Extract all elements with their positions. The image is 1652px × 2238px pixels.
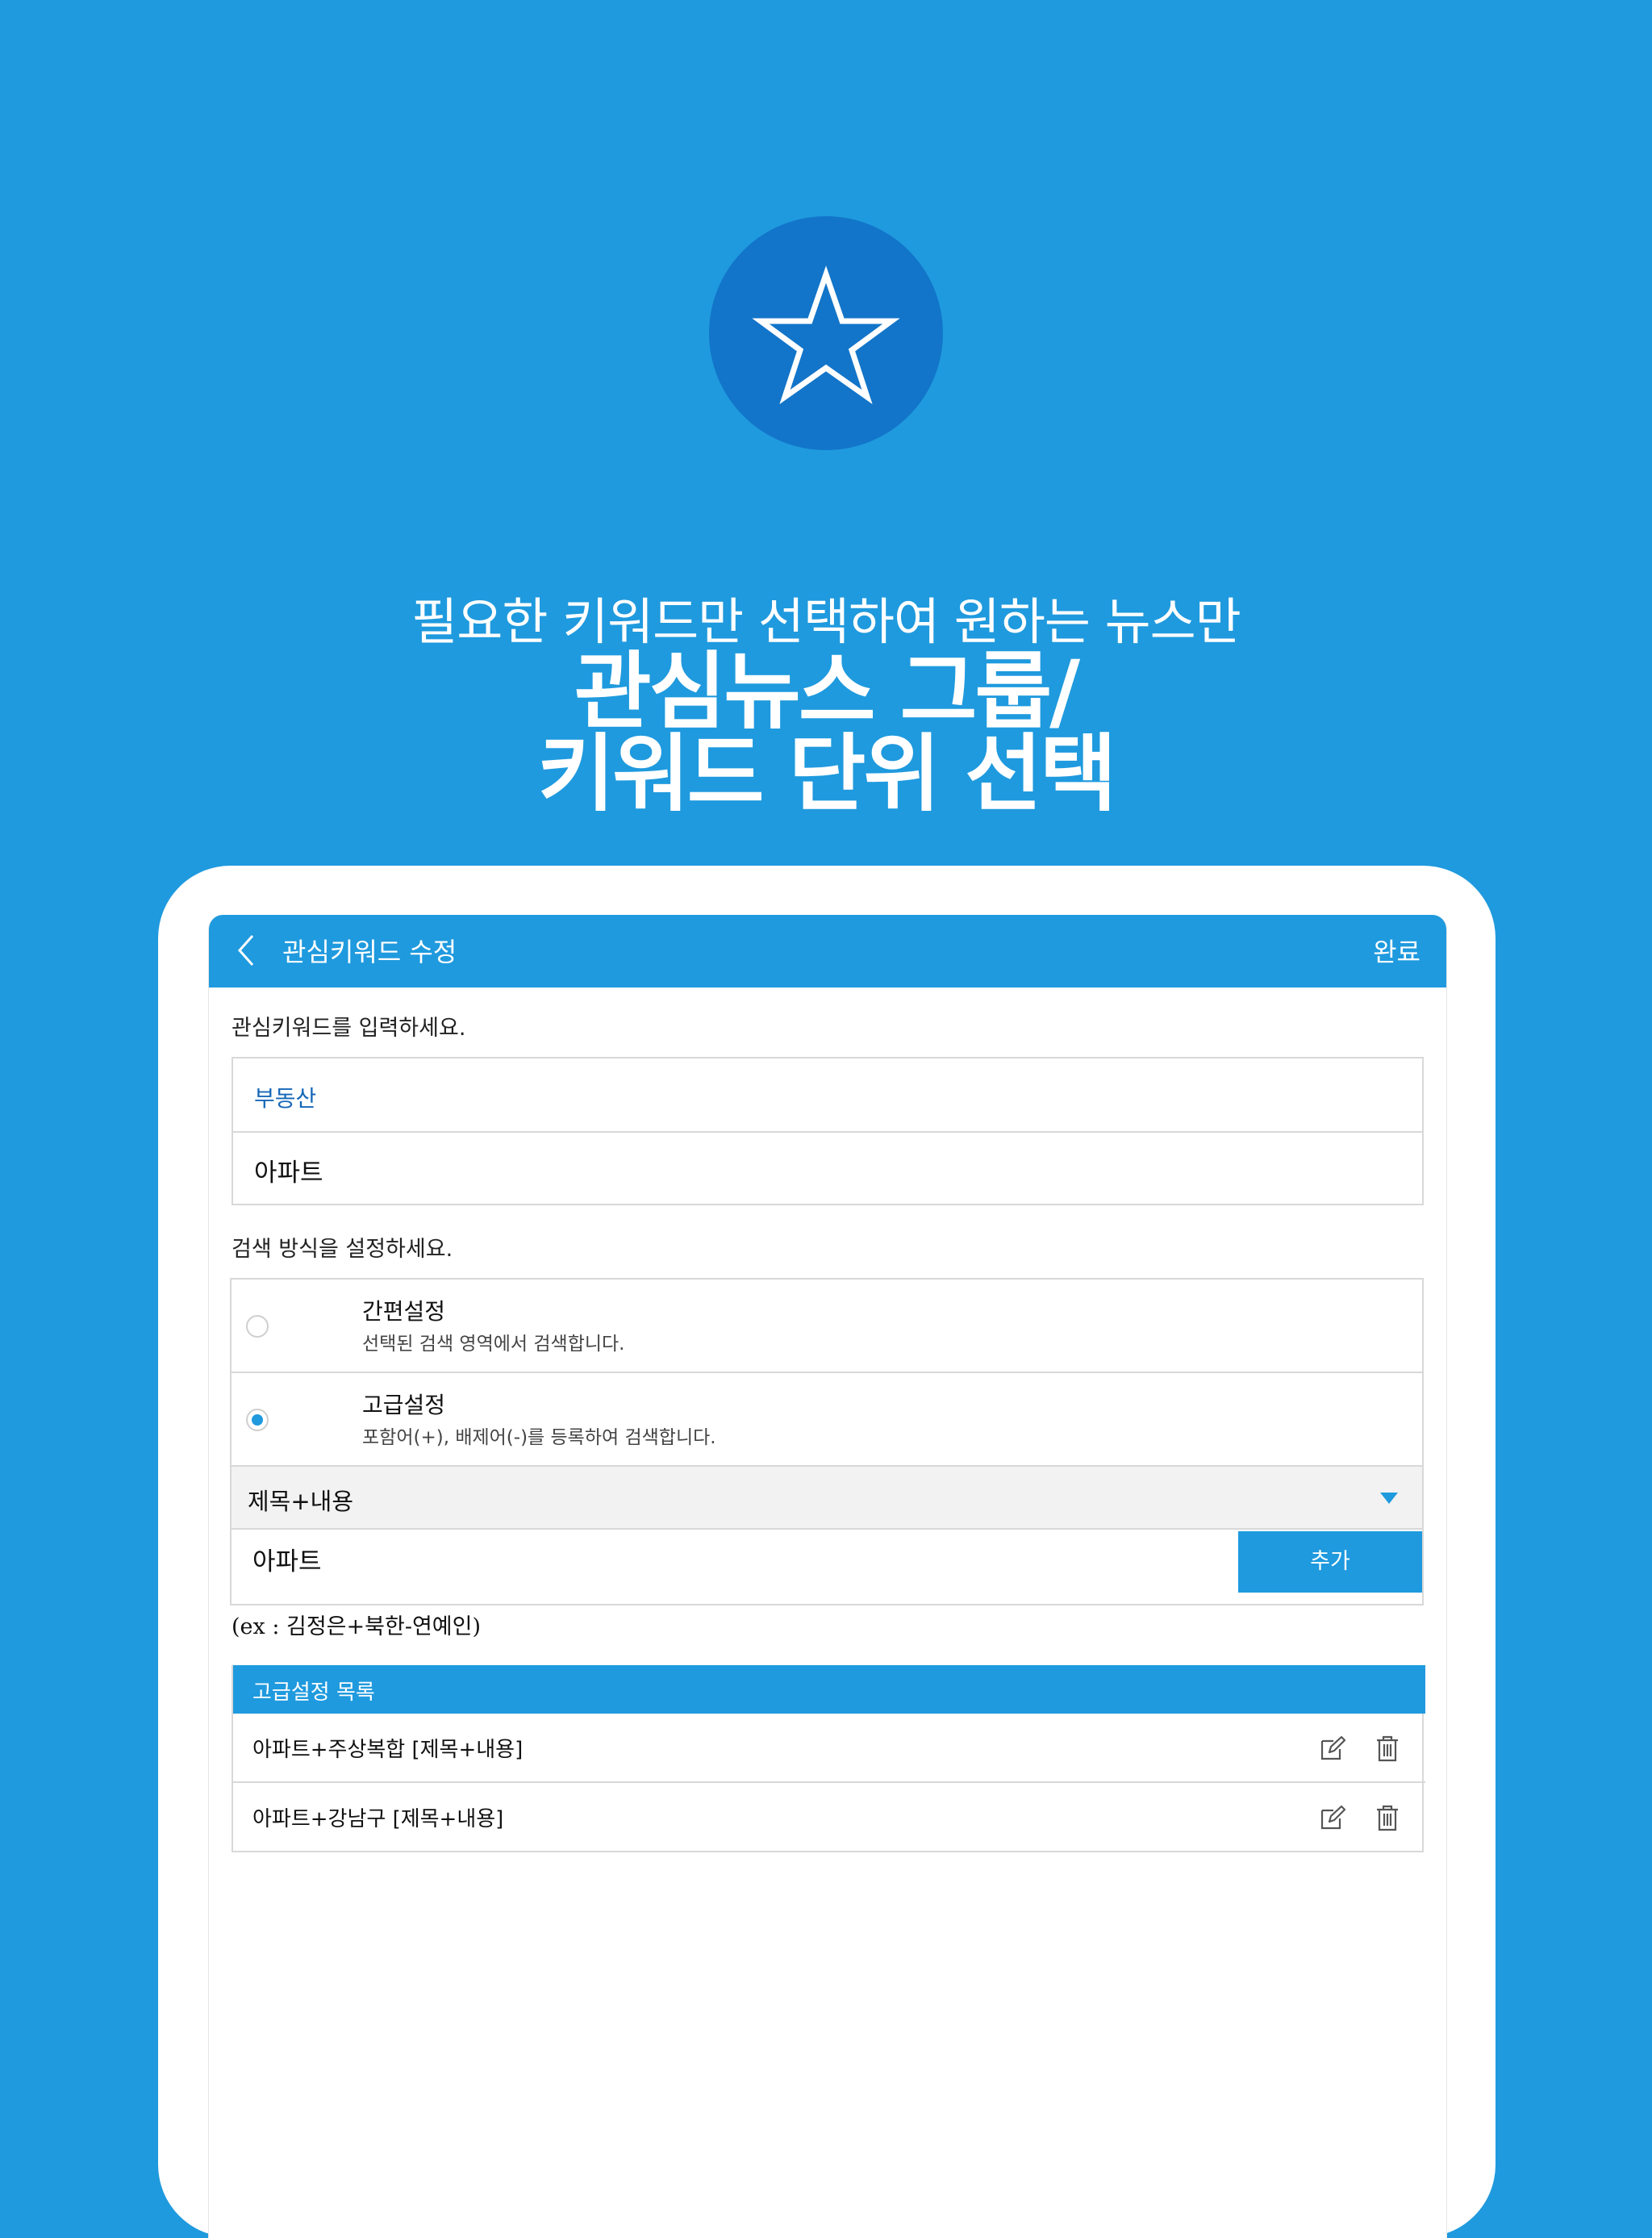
keyword-box: 부동산 아파트 bbox=[232, 1057, 1424, 1205]
option-advanced-name: 고급설정 bbox=[362, 1392, 446, 1418]
option-simple-desc: 선택된 검색 영역에서 검색합니다. bbox=[362, 1334, 625, 1355]
trash-icon[interactable] bbox=[1375, 1804, 1400, 1831]
group-field[interactable]: 부동산 bbox=[233, 1058, 1422, 1133]
headline-line-1: 관심뉴스 그룹/ bbox=[574, 642, 1080, 741]
option-simple[interactable]: 간편설정 선택된 검색 영역에서 검색합니다. bbox=[232, 1280, 1422, 1373]
option-simple-name: 간편설정 bbox=[362, 1298, 446, 1325]
advanced-keyword-input[interactable]: 아파트 bbox=[252, 1541, 322, 1577]
edit-icon[interactable] bbox=[1319, 1735, 1346, 1762]
done-button[interactable]: 완료 bbox=[1373, 932, 1420, 969]
trash-icon[interactable] bbox=[1375, 1735, 1400, 1762]
list-item: 아파트+강남구 [제목+내용] bbox=[233, 1783, 1425, 1852]
list-item-text: 아파트+강남구 [제목+내용] bbox=[252, 1807, 504, 1831]
option-advanced-desc: 포함어(+), 배제어(-)를 등록하여 검색합니다. bbox=[362, 1427, 716, 1448]
list-item-text: 아파트+주상복합 [제목+내용] bbox=[252, 1738, 524, 1762]
example-hint: (ex : 김정은+북한-연예인) bbox=[232, 1614, 482, 1639]
scope-select-value: 제목+내용 bbox=[248, 1488, 354, 1515]
radio-simple[interactable] bbox=[246, 1315, 269, 1338]
keyword-value: 아파트 bbox=[254, 1159, 323, 1188]
app-screen: 관심키워드 수정 완료 관심키워드를 입력하세요. 부동산 아파트 검색 방식을… bbox=[208, 915, 1447, 2238]
search-mode-prompt: 검색 방식을 설정하세요. bbox=[232, 1237, 453, 1262]
headline-line-2: 키워드 단위 선택 bbox=[537, 724, 1116, 823]
star-icon bbox=[752, 265, 900, 404]
advanced-list: 고급설정 목록 아파트+주상복합 [제목+내용] 아파트+강남구 [제목+내용] bbox=[232, 1665, 1425, 1852]
group-value: 부동산 bbox=[254, 1085, 317, 1112]
edit-icon[interactable] bbox=[1319, 1804, 1346, 1831]
keyword-prompt: 관심키워드를 입력하세요. bbox=[232, 1016, 466, 1041]
radio-advanced[interactable] bbox=[246, 1409, 269, 1431]
option-advanced[interactable]: 고급설정 포함어(+), 배제어(-)를 등록하여 검색합니다. bbox=[232, 1373, 1422, 1467]
advanced-input-row: 아파트 추가 bbox=[232, 1530, 1422, 1604]
page-title: 관심키워드 수정 bbox=[282, 937, 457, 967]
advanced-list-title: 고급설정 목록 bbox=[252, 1681, 375, 1705]
promo-headline: 관심뉴스 그룹/ 키워드 단위 선택 bbox=[0, 642, 1652, 823]
star-badge bbox=[709, 216, 943, 450]
search-mode-box: 간편설정 선택된 검색 영역에서 검색합니다. 고급설정 포함어(+), 배제어… bbox=[230, 1278, 1424, 1605]
scope-select[interactable]: 제목+내용 bbox=[232, 1467, 1422, 1530]
add-button[interactable]: 추가 bbox=[1238, 1531, 1422, 1593]
list-item: 아파트+주상복합 [제목+내용] bbox=[233, 1714, 1425, 1783]
caret-down-icon bbox=[1380, 1493, 1398, 1504]
advanced-list-header: 고급설정 목록 bbox=[233, 1665, 1425, 1714]
app-bar: 관심키워드 수정 완료 bbox=[209, 915, 1446, 987]
back-icon[interactable] bbox=[233, 931, 257, 970]
